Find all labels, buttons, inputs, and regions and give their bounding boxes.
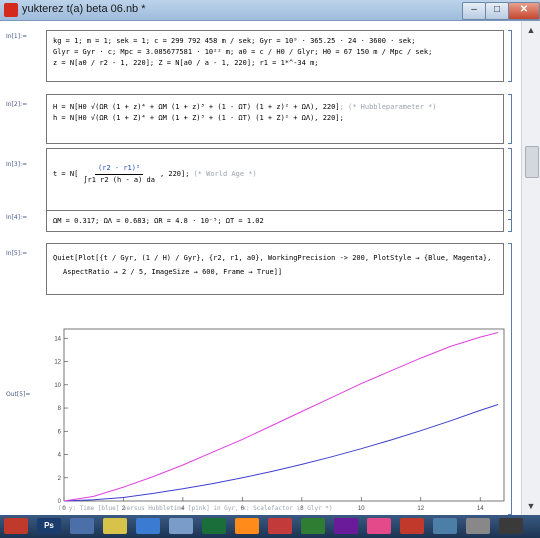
code-comment: ; (* Hubbleparameter *) (339, 103, 437, 111)
x-tick-label: 10 (358, 506, 365, 512)
cell-label-in4: In[4]:= (6, 214, 28, 221)
input-cell-5[interactable]: Quiet[Plot[{t / Gyr, (1 / H) / Gyr}, {r2… (46, 243, 504, 295)
window-title: yukterez t(a) beta 06.nb * (22, 3, 146, 15)
taskbar-app-icon[interactable] (169, 518, 193, 534)
mathematica-app-icon (4, 3, 18, 17)
fraction-denominator: ∫r1 r2 (h - a) da (83, 176, 155, 184)
taskbar-app-icon[interactable] (202, 518, 226, 534)
taskbar-app-icon[interactable]: Ps (37, 518, 61, 534)
scroll-down-arrow-icon[interactable]: ▼ (523, 498, 539, 514)
hubble-parameter-definition: H = N[H0 √(ΩR (1 + z)⁴ + ΩM (1 + z)³ + (… (53, 103, 340, 111)
cell-label-in3: In[3]:= (6, 161, 28, 168)
taskbar-app-icon[interactable] (334, 518, 358, 534)
fraction-numerator: (r2 - r1)² (95, 163, 144, 175)
close-button[interactable]: ✕ (508, 2, 540, 20)
scroll-thumb[interactable] (525, 146, 539, 178)
code-line: z = N[a0 / r2 - 1, 220]; Z = N[a0 / a - … (53, 59, 319, 67)
code-line: h = N[H0 √(ΩR (1 + Z)⁴ + ΩM (1 + Z)³ + (… (53, 114, 344, 122)
series-line-1 (63, 332, 499, 502)
code-line: kg = 1; m = 1; sek = 1; c = 299 792 458 … (53, 37, 416, 45)
plot-canvas: 0 2 4 6 8 10 12 1402468101214 (54, 328, 505, 512)
code-suffix: , 220]; (159, 170, 190, 178)
taskbar-app-icon[interactable] (103, 518, 127, 534)
code-comment: (* World Age *) (193, 170, 257, 178)
input-cell-2[interactable]: H = N[H0 √(ΩR (1 + z)⁴ + ΩM (1 + z)³ + (… (46, 94, 504, 144)
fraction: (r2 - r1)² ∫r1 r2 (h - a) da (80, 163, 158, 186)
code-line: Glyr = Gyr · c; Mpc = 3.085677581 · 10²²… (53, 48, 433, 56)
cell-label-in5: In[5]:= (6, 250, 28, 257)
y-tick-label: 8 (58, 406, 62, 412)
taskbar-app-icon[interactable] (433, 518, 457, 534)
cell-group-bracket[interactable] (508, 243, 512, 515)
plot-frame (63, 328, 505, 502)
taskbar-app-icon[interactable] (268, 518, 292, 534)
taskbar-app-icon[interactable] (4, 518, 28, 534)
taskbar-app-icon[interactable] (466, 518, 490, 534)
y-tick-label: 6 (58, 429, 62, 435)
taskbar-app-icon[interactable] (136, 518, 160, 534)
y-tick-label: 4 (58, 453, 62, 459)
taskbar-app-icon[interactable] (499, 518, 523, 534)
cell-bracket[interactable] (508, 30, 512, 82)
input-cell-4[interactable]: ΩM = 0.317; ΩΛ = 0.683; ΩR = 4.8 · 10⁻⁵;… (46, 210, 504, 232)
x-tick-label: 12 (417, 506, 424, 512)
minimize-button[interactable]: – (462, 2, 486, 20)
cell-label-in1: In[1]:= (6, 33, 28, 40)
plot-caption-comment: (* y: Time [blue] versus Hubbletime [pin… (58, 505, 333, 512)
y-tick-label: 12 (54, 360, 61, 366)
code-prefix: t = N[ (53, 170, 79, 178)
vertical-scrollbar[interactable]: ▲ ▼ (521, 21, 540, 515)
code-line: H = N[H0 √(ΩR (1 + z)⁴ + ΩM (1 + z)³ + (… (53, 102, 497, 113)
taskbar-app-icon[interactable] (400, 518, 424, 534)
world-age-expression: t = N[ (r2 - r1)² ∫r1 r2 (h - a) da , 22… (53, 163, 497, 186)
cell-bracket[interactable] (508, 210, 512, 232)
cell-bracket[interactable] (508, 94, 512, 144)
taskbar: Ps (0, 515, 540, 538)
scroll-up-arrow-icon[interactable]: ▲ (523, 22, 539, 38)
maximize-button[interactable]: □ (485, 2, 509, 20)
taskbar-app-icon[interactable] (235, 518, 259, 534)
input-cell-1[interactable]: kg = 1; m = 1; sek = 1; c = 299 792 458 … (46, 30, 504, 82)
notebook-area[interactable]: In[1]:= kg = 1; m = 1; sek = 1; c = 299 … (0, 21, 521, 515)
taskbar-app-icon[interactable] (367, 518, 391, 534)
cell-label-out5: Out[5]= (6, 391, 31, 398)
taskbar-app-icon[interactable] (70, 518, 94, 534)
output-plot[interactable]: 0 2 4 6 8 10 12 14 0 2 4 6 8 10 12 14 (46, 321, 507, 514)
taskbar-app-icon[interactable] (301, 518, 325, 534)
y-tick-label: 10 (54, 383, 61, 389)
y-tick-label: 2 (58, 476, 62, 482)
title-bar: yukterez t(a) beta 06.nb * – □ ✕ (0, 0, 540, 21)
cell-label-in2: In[2]:= (6, 101, 28, 108)
series-line-0 (63, 404, 499, 502)
x-tick-label: 14 (477, 506, 484, 512)
y-tick-label: 14 (54, 336, 61, 342)
code-line: ΩM = 0.317; ΩΛ = 0.683; ΩR = 4.8 · 10⁻⁵;… (53, 217, 264, 225)
code-line: Quiet[Plot[{t / Gyr, (1 / H) / Gyr}, {r2… (53, 254, 492, 262)
code-line: AspectRatio → 2 / 5, ImageSize → 600, Fr… (63, 268, 283, 276)
